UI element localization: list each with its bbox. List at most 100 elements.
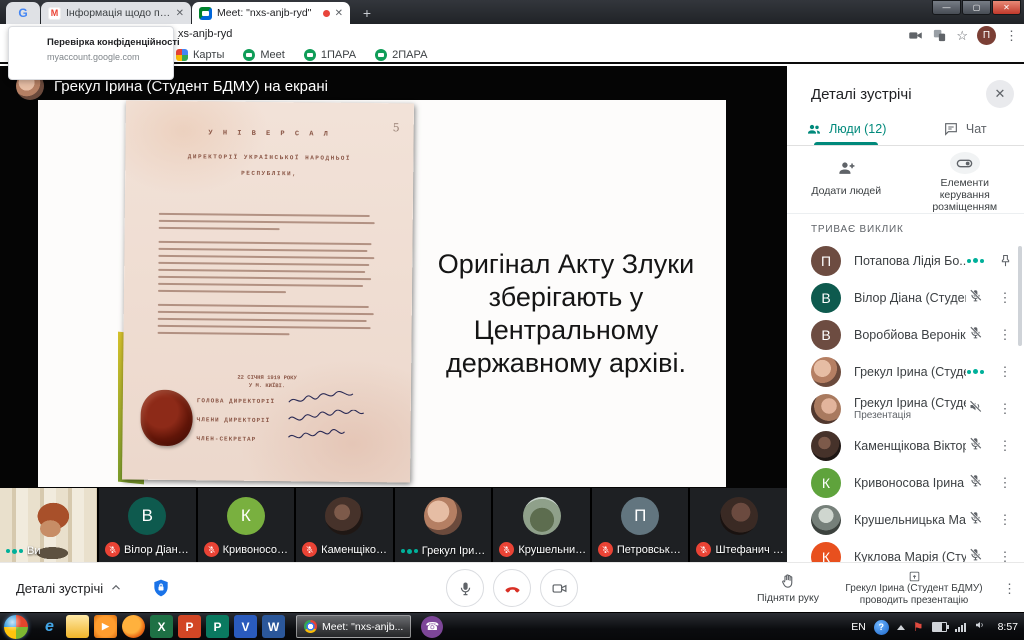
bookmark-item[interactable]: 2ПАРА bbox=[375, 49, 427, 61]
participant-row[interactable]: Крушельницька Марія ... ⋮ bbox=[787, 501, 1024, 538]
self-video-tile[interactable]: Ви bbox=[0, 488, 97, 562]
powerpoint-icon[interactable]: P bbox=[178, 615, 201, 638]
taskbar-apps: e▶XPPVW bbox=[38, 615, 290, 638]
end-call-button[interactable] bbox=[493, 569, 531, 607]
tab-gmail[interactable]: M Інформація щодо проведення ✕ bbox=[41, 2, 191, 24]
privacy-check-popup[interactable]: Перевірка конфіденційності myaccount.goo… bbox=[8, 26, 174, 80]
browser-menu-icon[interactable]: ⋮ bbox=[1005, 29, 1018, 42]
profile-avatar[interactable]: П bbox=[977, 26, 996, 45]
minimize-button[interactable]: — bbox=[932, 0, 961, 15]
file-explorer-icon[interactable] bbox=[66, 615, 89, 638]
scrollbar[interactable] bbox=[1018, 246, 1022, 346]
help-tray-icon[interactable]: ? bbox=[874, 620, 889, 635]
avatar bbox=[811, 394, 841, 424]
tab-chat-label: Чат bbox=[966, 122, 987, 136]
video-tile[interactable]: П Петровська ... bbox=[592, 488, 689, 562]
participant-menu-button[interactable]: ⋮ bbox=[996, 550, 1014, 562]
participant-row[interactable]: Каменщікова Вікторія (... ⋮ bbox=[787, 427, 1024, 464]
battery-icon[interactable] bbox=[932, 622, 947, 632]
close-tab-icon[interactable]: ✕ bbox=[335, 8, 343, 19]
bookmark-item[interactable]: 1ПАРА bbox=[304, 49, 356, 61]
participant-menu-button[interactable]: ⋮ bbox=[996, 513, 1014, 526]
mic-off-icon bbox=[968, 510, 983, 530]
video-tile[interactable]: В Вілор Діана (... bbox=[99, 488, 196, 562]
microphone-button[interactable] bbox=[446, 569, 484, 607]
camera-indicator-icon[interactable] bbox=[908, 28, 923, 43]
excel-icon[interactable]: X bbox=[150, 615, 173, 638]
chevron-up-icon[interactable] bbox=[109, 581, 123, 595]
url-text[interactable]: xs-anjb-ryd bbox=[178, 28, 232, 40]
participant-row[interactable]: П Потапова Лідія Бо... (Ви) bbox=[787, 242, 1024, 279]
speaker-icon[interactable] bbox=[974, 618, 986, 636]
document-body-lines bbox=[158, 213, 379, 341]
active-task-button[interactable]: Meet: "nxs-anjb... bbox=[296, 615, 411, 638]
pin-button[interactable] bbox=[996, 253, 1014, 268]
host-controls-button[interactable]: Елементи керування розміщенням bbox=[906, 146, 1024, 213]
action-center-flag-icon[interactable]: ⚑ bbox=[913, 621, 924, 633]
tab-people[interactable]: Люди (12) bbox=[787, 112, 906, 145]
viber-icon[interactable]: ☎ bbox=[421, 616, 443, 638]
participant-menu-button[interactable]: ⋮ bbox=[996, 291, 1014, 304]
bookmark-item[interactable]: Meet bbox=[243, 49, 284, 61]
start-button[interactable] bbox=[4, 615, 28, 639]
tab-chat[interactable]: Чат bbox=[906, 112, 1024, 145]
video-tile[interactable]: К Кривоносов... bbox=[198, 488, 295, 562]
participant-menu-button[interactable]: ⋮ bbox=[996, 328, 1014, 341]
security-shield-icon[interactable] bbox=[151, 577, 171, 599]
participant-label: Кривоносов... bbox=[223, 544, 292, 556]
present-screen-icon bbox=[908, 570, 921, 583]
meeting-details-toggle-label[interactable]: Деталі зустрічі bbox=[16, 581, 103, 596]
bookmark-item[interactable]: Карты bbox=[176, 49, 224, 61]
translate-icon[interactable] bbox=[932, 28, 947, 43]
participant-row[interactable]: К Кривоносова Ірина (Ст... ⋮ bbox=[787, 464, 1024, 501]
in-call-section-label: ТРИВАЄ ВИКЛИК bbox=[811, 224, 904, 235]
maximize-button[interactable]: ▢ bbox=[962, 0, 991, 15]
participant-menu-button[interactable]: ⋮ bbox=[996, 439, 1014, 452]
participant-name: Воробйова Вероніка (... bbox=[854, 328, 966, 342]
video-tile[interactable]: Грекул Ірина ... bbox=[395, 488, 492, 562]
firefox-icon[interactable] bbox=[122, 615, 145, 638]
new-tab-button[interactable]: + bbox=[356, 3, 378, 23]
video-tile[interactable]: Крушельниц... bbox=[493, 488, 590, 562]
speaking-indicator bbox=[401, 549, 418, 554]
browser-window: G M Інформація щодо проведення ✕ Meet: "… bbox=[0, 0, 1024, 66]
network-signal-icon[interactable] bbox=[955, 623, 966, 632]
avatar: К bbox=[227, 497, 265, 535]
visio-icon[interactable]: V bbox=[234, 615, 257, 638]
add-people-label: Додати людей bbox=[811, 185, 881, 197]
more-options-icon[interactable]: ⋮ bbox=[1003, 582, 1016, 595]
clock[interactable]: 8:57 bbox=[998, 621, 1018, 633]
video-tile[interactable]: Штефанич О... bbox=[690, 488, 787, 562]
pinned-google-tab[interactable]: G bbox=[6, 2, 40, 24]
publisher-icon[interactable]: P bbox=[206, 615, 229, 638]
close-tab-icon[interactable]: ✕ bbox=[176, 8, 184, 19]
participant-row[interactable]: К Куклова Марія (Студе... ⋮ bbox=[787, 538, 1024, 562]
media-player-icon[interactable]: ▶ bbox=[94, 615, 117, 638]
internet-explorer-icon[interactable]: e bbox=[38, 615, 61, 638]
raise-hand-button[interactable]: Підняти руку bbox=[751, 573, 825, 604]
participant-row[interactable]: В Воробйова Вероніка (... ⋮ bbox=[787, 316, 1024, 353]
participant-menu-button[interactable]: ⋮ bbox=[996, 365, 1014, 378]
participant-row[interactable]: Грекул Ірина (Студент ... ⋮ bbox=[787, 353, 1024, 390]
tray-expand-icon[interactable] bbox=[897, 625, 905, 630]
tab-meet[interactable]: Meet: "nxs-anjb-ryd" ✕ bbox=[192, 2, 350, 24]
presenting-status[interactable]: Грекул Ірина (Студент БДМУ) проводить пр… bbox=[839, 570, 989, 607]
avatar bbox=[325, 497, 363, 535]
toggle-icon bbox=[955, 154, 974, 173]
language-indicator[interactable]: EN bbox=[851, 621, 866, 633]
participant-menu-button[interactable]: ⋮ bbox=[996, 402, 1014, 415]
presentation-slide: 5 У Н І В Е Р С А Л ДИРЕКТОРІЇ УКРАЇНСЬК… bbox=[38, 100, 726, 487]
add-people-button[interactable]: Додати людей bbox=[787, 146, 906, 213]
tab-label: Meet: "nxs-anjb-ryd" bbox=[217, 7, 319, 19]
word-icon[interactable]: W bbox=[262, 615, 285, 638]
close-panel-button[interactable]: ✕ bbox=[986, 80, 1014, 108]
camera-button[interactable] bbox=[540, 569, 578, 607]
participant-menu-button[interactable]: ⋮ bbox=[996, 476, 1014, 489]
speaking-indicator bbox=[967, 258, 984, 263]
video-tile[interactable]: Каменщіков... bbox=[296, 488, 393, 562]
bookmark-star-icon[interactable]: ☆ bbox=[956, 29, 968, 42]
mic-off-badge bbox=[105, 542, 120, 557]
close-window-button[interactable]: ✕ bbox=[992, 0, 1021, 15]
participant-row[interactable]: Грекул Ірина (Студент ...Презентація ⋮ bbox=[787, 390, 1024, 427]
participant-row[interactable]: В Вілор Діана (Студент ... ⋮ bbox=[787, 279, 1024, 316]
